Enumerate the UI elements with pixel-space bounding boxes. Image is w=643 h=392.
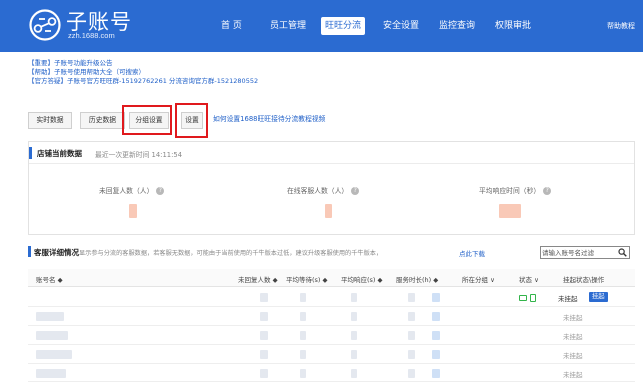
redacted-cell	[36, 369, 66, 378]
hangup-button[interactable]: 挂起	[589, 292, 608, 302]
nav-wangwang-routing[interactable]: 旺旺分流	[321, 17, 366, 35]
question-icon[interactable]: ?	[156, 187, 165, 195]
redacted-cell	[432, 293, 440, 302]
col-unreplied[interactable]: 未回复人数 ◆	[238, 274, 278, 284]
redacted-cell	[300, 369, 306, 378]
hangup-status: 未挂起	[563, 352, 583, 360]
highlight-box-group-settings	[122, 105, 172, 135]
nav-home[interactable]: 首 页	[221, 17, 242, 35]
stat-label: 未回复人数（人）	[99, 187, 154, 195]
nav-security-settings[interactable]: 安全设置	[383, 17, 419, 35]
redacted-cell	[260, 331, 268, 340]
redacted-cell	[351, 293, 357, 302]
col-hangup-action: 挂起状态\操作	[563, 276, 605, 284]
search-icon[interactable]	[618, 248, 627, 257]
nav-monitor-query[interactable]: 监控查询	[439, 17, 475, 35]
hangup-status: 未挂起	[563, 314, 583, 322]
table-header: 账号名 ◆ 未回复人数 ◆ 平均等待(s) ◆ 平均响应(s) ◆ 服务时长(h…	[28, 269, 635, 287]
nav-staff-management[interactable]: 员工管理	[270, 17, 306, 35]
redacted-cell	[260, 293, 268, 302]
notice-upgrade[interactable]: 【重要】子账号功能升级公告	[28, 59, 258, 68]
redacted-cell	[432, 350, 440, 359]
stat-value-blurred	[129, 204, 137, 218]
stat-label: 平均响应时间（秒）	[479, 187, 541, 195]
redacted-cell	[408, 350, 415, 359]
redacted-cell	[408, 369, 415, 378]
stat-unreplied-count: 未回复人数（人）?	[99, 185, 165, 195]
hangup-status: 未挂起	[563, 371, 583, 379]
highlight-box-settings	[175, 103, 208, 138]
table-row: 未挂起	[28, 345, 635, 364]
stat-avg-response: 平均响应时间（秒）?	[479, 185, 552, 195]
table-row: 未挂起	[28, 364, 635, 382]
redacted-cell	[351, 369, 357, 378]
redacted-cell	[260, 312, 268, 321]
download-link[interactable]: 点此下载	[459, 248, 485, 258]
notice-help[interactable]: 【帮助】子账号使用帮助大全（可搜索）	[28, 68, 258, 77]
table-row: 未挂起	[28, 307, 635, 326]
tab-history-data[interactable]: 历史数据	[80, 112, 125, 129]
stat-label: 在线客服人数（人）	[287, 187, 349, 195]
question-icon[interactable]: ?	[543, 187, 552, 195]
redacted-cell	[36, 331, 68, 340]
monitor-icon	[519, 295, 527, 301]
help-tutorial-link[interactable]: 帮助教程	[607, 21, 635, 31]
panel-header: 店铺当前数据 最近一次更新时间 14:11:54	[29, 142, 634, 164]
redacted-cell	[351, 331, 357, 340]
stat-online-staff: 在线客服人数（人）?	[287, 185, 360, 195]
store-data-title: 店铺当前数据	[37, 149, 82, 158]
redacted-cell	[408, 331, 415, 340]
table-row: 未挂起 挂起	[28, 288, 635, 307]
notice-official-groups[interactable]: 【官方答疑】子账号官方旺旺群-15192762261 分流咨询官方群-15212…	[28, 77, 258, 86]
last-update-time: 最近一次更新时间 14:11:54	[95, 151, 183, 159]
redacted-cell	[260, 369, 268, 378]
staff-detail-title: 客服详细情况	[34, 248, 79, 257]
tutorial-video-link[interactable]: 如何设置1688旺旺接待分流教程视频	[213, 113, 325, 123]
stat-value-blurred	[499, 204, 521, 218]
account-search-input[interactable]	[542, 248, 616, 257]
phone-icon	[530, 294, 536, 302]
section-marker	[28, 246, 31, 257]
staff-detail-description: 显示参与分流的客服数据，若客服无数据，可能由于当前使用的千牛版本过低，建议升级客…	[79, 250, 383, 257]
col-account-name[interactable]: 账号名 ◆	[36, 274, 63, 284]
table-row: 未挂起	[28, 326, 635, 345]
col-avg-response[interactable]: 平均响应(s) ◆	[341, 274, 383, 284]
question-icon[interactable]: ?	[351, 187, 360, 195]
redacted-cell	[351, 312, 357, 321]
notice-list: 【重要】子账号功能升级公告 【帮助】子账号使用帮助大全（可搜索） 【官方答疑】子…	[28, 59, 258, 86]
account-search-box[interactable]	[540, 246, 630, 259]
top-header: 子账号 zzh.1688.com 首 页 员工管理 旺旺分流 安全设置 监控查询…	[0, 0, 643, 52]
col-service-hours[interactable]: 服务时长(h) ◆	[396, 274, 438, 284]
stat-value-blurred	[325, 204, 332, 218]
col-avg-wait[interactable]: 平均等待(s) ◆	[286, 274, 328, 284]
redacted-cell	[351, 350, 357, 359]
redacted-cell	[300, 350, 306, 359]
redacted-cell	[408, 293, 415, 302]
redacted-cell	[300, 331, 306, 340]
col-status[interactable]: 状态 ∨	[519, 274, 539, 284]
logo-subtitle: zzh.1688.com	[68, 31, 115, 40]
logo-icon[interactable]	[28, 8, 62, 42]
redacted-cell	[260, 350, 268, 359]
redacted-cell	[408, 312, 415, 321]
redacted-cell	[36, 312, 64, 321]
hangup-status: 未挂起	[558, 295, 578, 303]
redacted-cell	[432, 331, 440, 340]
hangup-status: 未挂起	[563, 333, 583, 341]
redacted-cell	[432, 312, 440, 321]
redacted-cell	[300, 293, 306, 302]
tab-realtime-data[interactable]: 实时数据	[28, 112, 72, 129]
store-data-panel: 店铺当前数据 最近一次更新时间 14:11:54 未回复人数（人）? 在线客服人…	[28, 141, 635, 235]
redacted-cell	[432, 369, 440, 378]
redacted-cell	[300, 312, 306, 321]
section-marker	[29, 147, 32, 159]
nav-permission-approval[interactable]: 权限审批	[495, 17, 531, 35]
redacted-cell	[36, 350, 72, 359]
col-group[interactable]: 所在分组 ∨	[462, 274, 495, 284]
